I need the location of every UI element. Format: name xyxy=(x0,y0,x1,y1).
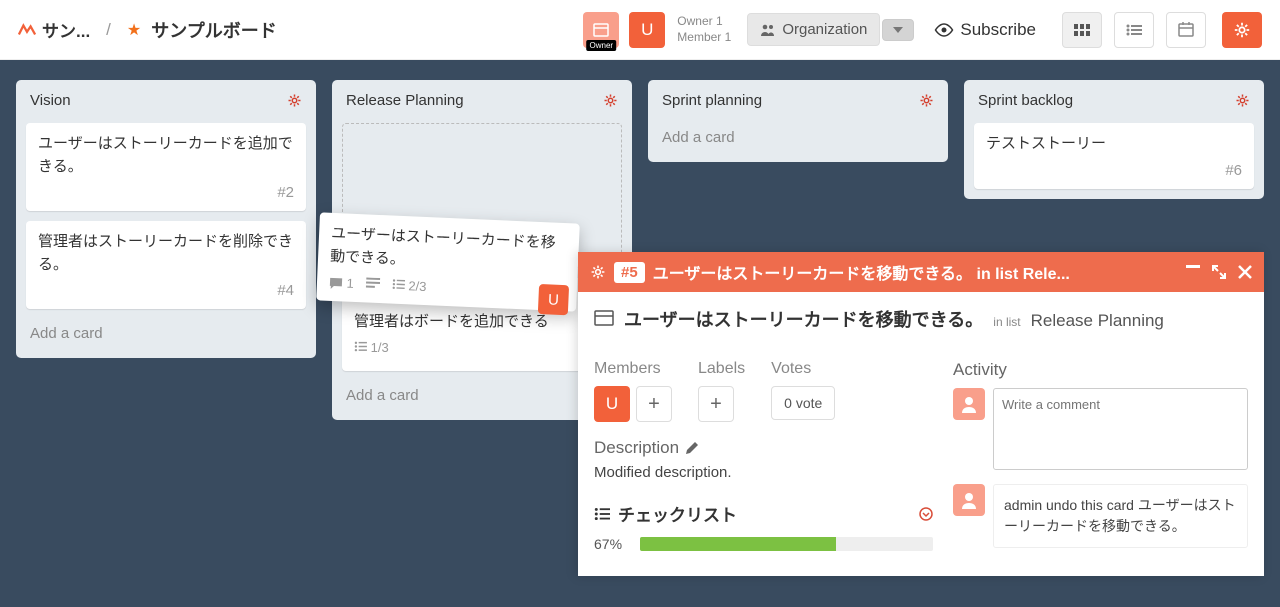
organization-button[interactable]: Organization xyxy=(747,13,880,46)
modal-header: #5 ユーザーはストーリーカードを移動できる。 in list Rele... xyxy=(578,252,1264,292)
description-icon xyxy=(365,276,380,292)
minimize-icon[interactable] xyxy=(1186,265,1200,279)
vote-button[interactable]: 0 vote xyxy=(771,386,835,420)
card[interactable]: ユーザーはストーリーカードを追加できる。 #2 xyxy=(26,123,306,211)
card-icon xyxy=(594,310,614,326)
list-settings-icon[interactable] xyxy=(919,93,934,108)
list-settings-icon[interactable] xyxy=(287,93,302,108)
topbar: サン... / ★ サンプルボード Owner U Owner 1 Member… xyxy=(0,0,1280,60)
modal-card-id: #5 xyxy=(614,262,645,283)
owner-line: Owner 1 xyxy=(677,14,731,30)
card-detail-panel: #5 ユーザーはストーリーカードを移動できる。 in list Rele... … xyxy=(578,252,1264,576)
list-view-button[interactable] xyxy=(1114,12,1154,48)
description-text[interactable]: Modified description. xyxy=(594,464,933,481)
card-member-avatar: U xyxy=(538,284,569,315)
card-title: ユーザーはストーリーカードを追加できる。 xyxy=(38,133,294,178)
activity-label: Activity xyxy=(953,360,1248,380)
user-avatar[interactable]: U xyxy=(629,12,665,48)
labels-label: Labels xyxy=(698,360,745,378)
card-title: テストストーリー xyxy=(986,133,1242,156)
comment-icon: 1 xyxy=(329,275,354,291)
star-icon[interactable]: ★ xyxy=(127,20,141,40)
member-line: Member 1 xyxy=(677,30,731,46)
votes-label: Votes xyxy=(771,360,835,378)
modal-header-title: ユーザーはストーリーカードを移動できる。 in list Rele... xyxy=(653,260,1178,284)
eye-icon xyxy=(934,23,954,37)
add-label-button[interactable]: + xyxy=(698,386,734,422)
card[interactable]: 管理者はストーリーカードを削除できる。 #4 xyxy=(26,221,306,309)
progress-fill xyxy=(640,537,836,551)
description-label: Description xyxy=(594,438,679,458)
member-avatar[interactable]: U xyxy=(594,386,630,422)
card-title: ユーザーはストーリーカードを移動できる。 xyxy=(330,223,568,278)
in-list-label: in list xyxy=(993,315,1020,329)
organization-dropdown[interactable] xyxy=(882,19,914,41)
card-title: 管理者はボードを追加できる xyxy=(354,311,610,334)
list-title[interactable]: Release Planning xyxy=(346,92,464,109)
calendar-view-button[interactable] xyxy=(1166,12,1206,48)
card-number: #4 xyxy=(38,282,294,299)
activity-avatar xyxy=(953,388,985,420)
list-settings-icon[interactable] xyxy=(1235,93,1250,108)
subscribe-label: Subscribe xyxy=(960,20,1036,40)
card-number: #6 xyxy=(986,162,1242,179)
subscribe-button[interactable]: Subscribe xyxy=(934,20,1036,40)
modal-settings-icon[interactable] xyxy=(590,264,606,280)
activity-avatar xyxy=(953,484,985,516)
owner-info: Owner 1 Member 1 xyxy=(677,14,731,45)
checklist-icon xyxy=(594,507,610,521)
checklist-icon: 2/3 xyxy=(391,278,426,294)
list-title[interactable]: Vision xyxy=(30,92,71,109)
list-vision: Vision ユーザーはストーリーカードを追加できる。 #2 管理者はストーリー… xyxy=(16,80,316,358)
progress-percent: 67% xyxy=(594,536,630,552)
card[interactable]: テストストーリー #6 xyxy=(974,123,1254,189)
list-title[interactable]: Sprint backlog xyxy=(978,92,1073,109)
add-card-button[interactable]: Add a card xyxy=(26,319,306,348)
board-title[interactable]: サンプルボード xyxy=(151,17,276,43)
settings-button[interactable] xyxy=(1222,12,1262,48)
progress-bar xyxy=(640,537,933,551)
owner-badge: Owner xyxy=(587,40,617,51)
list-title[interactable]: Sprint planning xyxy=(662,92,762,109)
list-settings-icon[interactable] xyxy=(603,93,618,108)
card-number: #2 xyxy=(38,184,294,201)
activity-entry: admin undo this card ユーザーはストーリーカードを移動できる… xyxy=(993,484,1248,548)
breadcrumb-separator: / xyxy=(106,20,111,40)
expand-icon[interactable] xyxy=(1212,265,1226,279)
comment-count: 1 xyxy=(346,276,354,291)
list-sprint-backlog: Sprint backlog テストストーリー #6 xyxy=(964,80,1264,199)
breadcrumb-parent[interactable]: サン... xyxy=(42,17,90,42)
grid-view-button[interactable] xyxy=(1062,12,1102,48)
checklist-collapse-icon[interactable] xyxy=(919,507,933,521)
members-label: Members xyxy=(594,360,672,378)
checklist-count: 2/3 xyxy=(408,278,427,294)
card-title: 管理者はストーリーカードを削除できる。 xyxy=(38,231,294,276)
close-icon[interactable] xyxy=(1238,265,1252,279)
card-dragging[interactable]: ユーザーはストーリーカードを移動できる。 1 2/3 #5 U xyxy=(316,212,580,311)
checklist-count: 1/3 xyxy=(371,340,389,355)
group-icon xyxy=(760,23,776,37)
organization-label: Organization xyxy=(782,21,867,38)
in-list-name[interactable]: Release Planning xyxy=(1031,311,1164,331)
modal-title[interactable]: ユーザーはストーリーカードを移動できる。 xyxy=(624,306,983,332)
modal-right-pane: Activity admin undo this card ユーザーはストーリー… xyxy=(953,360,1248,562)
add-card-button[interactable]: Add a card xyxy=(658,123,938,152)
checklist-icon: 1/3 xyxy=(354,340,389,355)
edit-icon[interactable] xyxy=(685,441,699,455)
app-logo-icon[interactable] xyxy=(18,21,36,39)
comment-input[interactable] xyxy=(993,388,1248,470)
checklist-title: チェックリスト xyxy=(618,501,737,526)
owner-avatar[interactable]: Owner xyxy=(583,12,619,48)
modal-left-pane: Members U + Labels + Votes 0 vote xyxy=(594,360,933,562)
list-sprint-planning: Sprint planning Add a card xyxy=(648,80,948,162)
add-member-button[interactable]: + xyxy=(636,386,672,422)
